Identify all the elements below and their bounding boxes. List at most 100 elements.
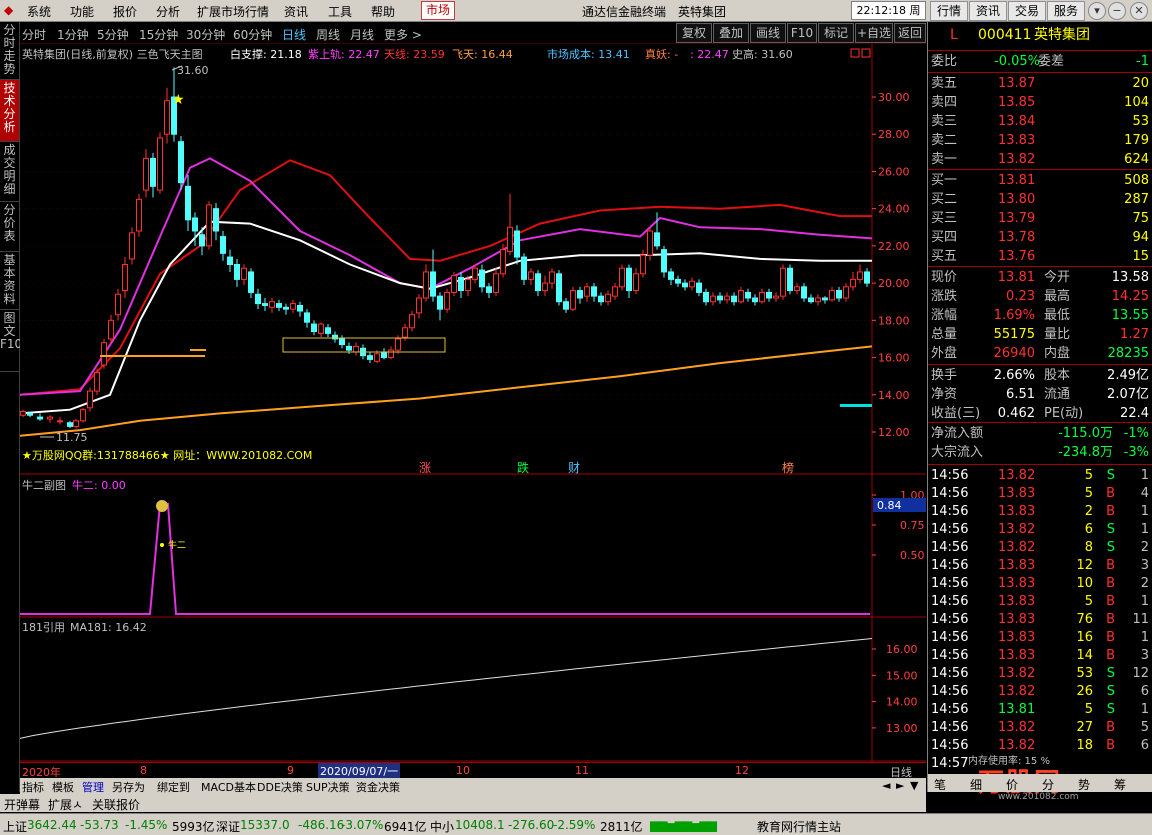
menu-quote[interactable]: 报价 xyxy=(113,3,137,20)
candle-body xyxy=(213,208,219,232)
minimize-icon[interactable]: − xyxy=(1108,2,1126,20)
tab-f10[interactable]: 图文F10 xyxy=(0,310,22,372)
nav-news-button[interactable]: 资讯 xyxy=(969,1,1007,21)
tab-technical-analysis[interactable]: 技术分析 xyxy=(0,80,19,142)
related-quotes-button[interactable]: 关联报价 xyxy=(92,796,140,813)
back-button[interactable]: 返回 xyxy=(894,23,926,43)
f10-button[interactable]: F10 xyxy=(787,23,817,43)
candle-body xyxy=(731,295,737,303)
candle-body xyxy=(27,412,33,416)
tab-sup[interactable]: SUP决策 xyxy=(306,779,350,795)
scroll-left-icon[interactable]: ◄ xyxy=(882,779,890,792)
candle-body xyxy=(283,306,289,310)
tab-intraday[interactable]: 分时走势 xyxy=(0,22,19,80)
candle-body xyxy=(661,249,667,273)
candle-body xyxy=(248,271,254,293)
tab-macd[interactable]: MACD基本 xyxy=(201,779,256,795)
overlay-button[interactable]: 叠加 xyxy=(713,23,749,43)
close-icon[interactable]: ✕ xyxy=(1130,2,1148,20)
candle-body xyxy=(143,157,149,191)
tab-basic-info[interactable]: 基本资料 xyxy=(0,252,19,310)
menu-analysis[interactable]: 分析 xyxy=(156,3,180,20)
menu-help[interactable]: 帮助 xyxy=(371,3,395,20)
tick-tab[interactable]: 分 xyxy=(1042,776,1054,793)
nav-service-button[interactable]: 服务 xyxy=(1047,1,1085,21)
tab-dde[interactable]: DDE决策 xyxy=(257,779,303,795)
level-icon: L xyxy=(950,27,958,43)
tick-tab[interactable]: 筹 xyxy=(1114,776,1126,793)
period-30min[interactable]: 30分钟 xyxy=(186,26,225,43)
period-60min[interactable]: 60分钟 xyxy=(233,26,272,43)
nav-quote-button[interactable]: 行情 xyxy=(930,1,968,21)
candle-body xyxy=(346,345,352,351)
tab-trade-detail[interactable]: 成交明细 xyxy=(0,142,19,202)
menu-system[interactable]: 系统 xyxy=(27,3,51,20)
menu-tools[interactable]: 工具 xyxy=(328,3,352,20)
candle-body xyxy=(759,291,765,303)
candle-body xyxy=(717,295,723,301)
extend-button[interactable]: 扩展ㅅ xyxy=(48,796,83,813)
candle-body xyxy=(339,338,345,346)
tab-fund[interactable]: 资金决策 xyxy=(356,779,400,795)
nav-trade-button[interactable]: 交易 xyxy=(1008,1,1046,21)
scroll-right-icon[interactable]: ► xyxy=(896,779,904,792)
period-1min[interactable]: 1分钟 xyxy=(57,26,89,43)
period-monthly[interactable]: 月线 xyxy=(350,26,374,43)
period-more[interactable]: 更多 > xyxy=(384,26,422,43)
period-intraday[interactable]: 分时 xyxy=(22,26,46,43)
tab-indicator[interactable]: 指标 xyxy=(22,779,44,795)
period-weekly[interactable]: 周线 xyxy=(316,26,340,43)
candle-body xyxy=(311,323,317,332)
event-marker: 榜 xyxy=(782,460,794,475)
candle-body xyxy=(514,230,520,258)
menu-function[interactable]: 功能 xyxy=(70,3,94,20)
tab-price-table[interactable]: 分价表 xyxy=(0,202,19,252)
period-daily[interactable]: 日线 xyxy=(282,26,306,43)
bid-row: 买一 13.81 508 xyxy=(931,173,1149,188)
tab-save-as[interactable]: 另存为 xyxy=(112,779,145,795)
candle-body xyxy=(80,409,86,422)
tab-manage[interactable]: 管理 xyxy=(82,779,104,795)
candle-body xyxy=(528,271,534,280)
period-15min[interactable]: 15分钟 xyxy=(139,26,178,43)
mark-button[interactable]: 标记 xyxy=(818,23,854,43)
candle-body xyxy=(766,291,772,299)
tick-tab[interactable]: 势 xyxy=(1078,776,1090,793)
candle-body xyxy=(269,301,275,308)
bottom-tabs: 开弹幕 扩展ㅅ 关联报价 xyxy=(0,794,926,812)
candle-body xyxy=(654,232,660,247)
price-tick: 24.00 xyxy=(878,203,910,216)
candle-body xyxy=(591,286,597,297)
candle-body xyxy=(507,226,513,252)
sme-change: -276.60 xyxy=(508,818,555,832)
candle-body xyxy=(374,353,380,362)
menu-extended-market[interactable]: 扩展市场行情 xyxy=(197,3,269,20)
tab-template[interactable]: 模板 xyxy=(52,779,74,795)
period-5min[interactable]: 5分钟 xyxy=(97,26,129,43)
price-tick: 28.00 xyxy=(878,128,910,141)
candle-body xyxy=(227,256,233,266)
add-watchlist-button[interactable]: +自选 xyxy=(855,23,893,43)
tick-tab[interactable]: 价 xyxy=(1006,776,1018,793)
stat-row: 涨幅 1.69% 最低 13.55 xyxy=(931,308,1149,323)
market-button[interactable]: 市场 xyxy=(421,1,455,20)
tab-bind[interactable]: 绑定到 xyxy=(157,779,190,795)
tick-tab[interactable]: 笔 xyxy=(934,776,946,793)
bid-row: 买二 13.80 287 xyxy=(931,192,1149,207)
danmaku-button[interactable]: 开弹幕 xyxy=(4,796,40,813)
tick-tab[interactable]: 细 xyxy=(970,776,982,793)
stat2-row: 收益(三) 0.462 PE(动) 22.4 xyxy=(931,406,1149,421)
sme-label: 中小 xyxy=(430,820,455,834)
draw-line-button[interactable]: 画线 xyxy=(750,23,786,43)
price-tick: 18.00 xyxy=(878,314,910,327)
adjust-button[interactable]: 复权 xyxy=(676,23,712,43)
scroll-menu-icon[interactable]: ▼ xyxy=(910,779,918,792)
candle-body xyxy=(57,420,63,423)
brand-url: www.201082.com xyxy=(998,792,1079,802)
candle-body xyxy=(199,234,205,247)
tick-row: 14:56 13.83 12 B 3 xyxy=(931,558,1149,573)
candle-body xyxy=(458,277,464,292)
menu-news[interactable]: 资讯 xyxy=(284,3,308,20)
kline-chart[interactable]: 英特集团(日线,前复权) 三色飞天主图 白支撑: 21.18 紫上轨: 22.4… xyxy=(20,44,926,762)
dropdown-icon[interactable]: ▾ xyxy=(1088,2,1106,20)
